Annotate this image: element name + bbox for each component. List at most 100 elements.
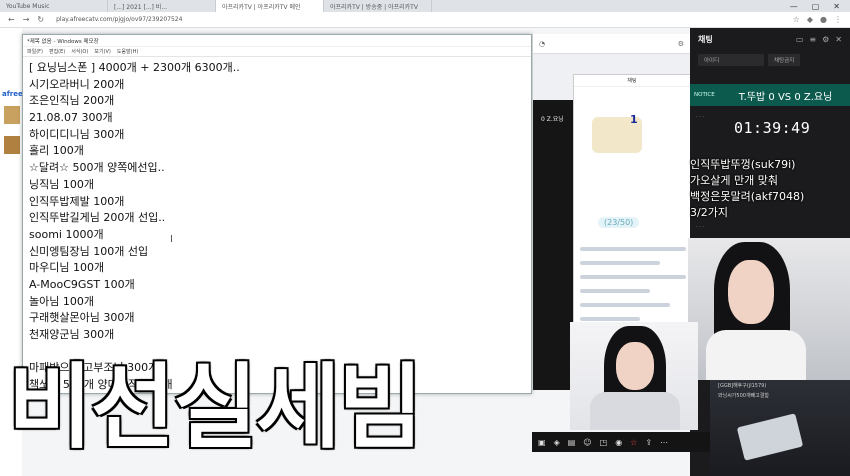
- chat-title: 채팅: [698, 34, 713, 44]
- text-line: 하이디디니님 300개: [29, 127, 125, 141]
- extension-icons: ☆ ◆ ● ⋮: [793, 15, 850, 24]
- text-line: 구래햇살몬아님 300개: [29, 311, 135, 325]
- chat-line-placeholder: [580, 303, 670, 307]
- back-icon[interactable]: ←: [8, 15, 15, 24]
- list-icon[interactable]: ≡: [809, 35, 816, 44]
- chat-line-placeholder: [580, 247, 686, 251]
- chat-header: 채팅 ▭ ≡ ⚙ ✕: [690, 28, 850, 50]
- text-cursor-icon: I: [170, 234, 173, 245]
- text-line: 놀아님 100개: [29, 294, 94, 308]
- extension-icon[interactable]: ◆: [807, 15, 813, 24]
- chat-bubble-icon[interactable]: ◔: [539, 40, 545, 48]
- maximize-button[interactable]: ▢: [812, 2, 820, 11]
- favorite-icon[interactable]: ☆: [630, 438, 637, 447]
- preview-toolbar: ◔ ⚙: [533, 34, 690, 54]
- thumbnail[interactable]: [4, 106, 20, 124]
- browser-tab[interactable]: 아프리카TV | 방송중 | 아프리카TV: [324, 0, 432, 12]
- profile-icon[interactable]: ●: [820, 15, 827, 24]
- close-button[interactable]: ✕: [833, 2, 840, 11]
- text-line: 인직뚜밥제발 100개: [29, 194, 125, 208]
- id-search-button[interactable]: 아이디: [698, 54, 764, 66]
- reload-icon[interactable]: ↻: [37, 15, 44, 24]
- chat-toolbar: 아이디 채팅금지: [690, 50, 850, 70]
- chat-header-icons: ▭ ≡ ⚙ ✕: [796, 35, 842, 44]
- notepad-menu: 파일(F) 편집(E) 서식(O) 보기(V) 도움말(H): [23, 47, 531, 57]
- tab-label: 아프리카TV | 아프리카TV 메인: [222, 3, 301, 11]
- star-icon[interactable]: ☆: [793, 15, 800, 24]
- webcam-middle: [570, 322, 698, 430]
- chat-message: [GGB]해후구(jl1579): [718, 383, 767, 389]
- browser-tab-bar: YouTube Music [...] 2021 [...] 비... 아프리카…: [0, 0, 850, 12]
- face-shape: [728, 260, 774, 324]
- chat-line-placeholder: [580, 289, 650, 293]
- text-line: 시기오라버니 200개: [29, 77, 125, 91]
- clip-icon[interactable]: ◳: [600, 438, 608, 447]
- text-line: 홀리 100개: [29, 144, 84, 158]
- video-caption: 비선실세빔: [8, 354, 423, 461]
- overlay-chat-line: 인직뚜밥뚜껑(suk79i): [690, 158, 796, 171]
- gift-icon[interactable]: ◈: [554, 438, 560, 447]
- browser-tab[interactable]: YouTube Music: [0, 0, 108, 12]
- menu-format[interactable]: 서식(O): [71, 48, 88, 55]
- text-line: 21.08.07 300개: [29, 111, 113, 125]
- tab-label: YouTube Music: [6, 2, 50, 10]
- monitor-icon[interactable]: ▭: [796, 35, 804, 44]
- broadcast-timer: 01:39:49: [734, 119, 811, 137]
- thumbnail[interactable]: [4, 136, 20, 154]
- webcam-right: [688, 238, 850, 380]
- close-icon[interactable]: ✕: [835, 35, 842, 44]
- chat-message: 와닝씨가500개빼고결함: [718, 393, 769, 399]
- record-icon[interactable]: ◉: [615, 438, 622, 447]
- menu-edit[interactable]: 편집(E): [49, 48, 65, 55]
- sticker-icon[interactable]: ▤: [568, 438, 576, 447]
- chat-ban-button[interactable]: 채팅금지: [768, 54, 801, 66]
- chat-line-placeholder: [580, 317, 640, 321]
- notepad-text-area[interactable]: [ 요닝님스폰 ] 4000개 + 2300개 6300개.. 시기오라버니 2…: [23, 57, 531, 397]
- score-overlay: T.뚜밥 0 VS 0 Z.요닝: [738, 91, 833, 103]
- text-line: 천재양군님 300개: [29, 328, 115, 341]
- url-field[interactable]: play.afreecatv.com/pjgjo/ov97/239207524: [56, 16, 182, 23]
- menu-icon[interactable]: ⋮: [834, 15, 842, 24]
- chat-message: · · ·: [696, 224, 704, 230]
- text-line: 신미엥팀장님 100개 선입: [29, 244, 149, 258]
- window-controls: — ▢ ✕: [790, 2, 850, 11]
- more-icon[interactable]: ⋯: [660, 438, 668, 447]
- settings-icon[interactable]: ⚙: [678, 40, 684, 48]
- vote-badge: (23/50): [598, 217, 640, 228]
- nav-buttons: ← → ↻: [0, 15, 52, 24]
- chat-line-placeholder: [580, 261, 660, 265]
- text-line: A-MooC9GST 100개: [29, 277, 135, 291]
- address-bar: ← → ↻ play.afreecatv.com/pjgjo/ov97/2392…: [0, 12, 850, 28]
- tab-label: 아프리카TV | 방송중 | 아프리카TV: [330, 3, 418, 11]
- shirt-shape: [706, 330, 806, 380]
- emote-icon[interactable]: ☺: [583, 438, 591, 447]
- notepad-window: *제목 없음 - Windows 메모장 파일(F) 편집(E) 서식(O) 보…: [22, 34, 532, 394]
- gear-icon[interactable]: ⚙: [822, 35, 829, 44]
- menu-help[interactable]: 도움말(H): [117, 48, 138, 55]
- chat-icon[interactable]: ▣: [538, 438, 546, 447]
- face-shape: [616, 342, 654, 390]
- menu-view[interactable]: 보기(V): [94, 48, 111, 55]
- browser-tab[interactable]: [...] 2021 [...] 비...: [108, 0, 216, 12]
- overlay-chat-line: 3/2가지: [690, 206, 728, 219]
- overlay-chat-line: 가오살게 만개 맞춰: [690, 174, 778, 187]
- text-line: 마우디님 100개: [29, 261, 105, 275]
- text-line: 닝직님 100개: [29, 177, 94, 191]
- browser-tab[interactable]: 아프리카TV | 아프리카TV 메인: [216, 0, 324, 12]
- notepad-title: *제목 없음 - Windows 메모장: [23, 35, 531, 47]
- minimize-button[interactable]: —: [790, 2, 798, 11]
- menu-file[interactable]: 파일(F): [27, 48, 43, 55]
- mini-chat-header: 채팅: [574, 75, 690, 87]
- preview-dark-area: 0 Z.요닝: [533, 100, 573, 390]
- stream-control-bar: ▣ ◈ ▤ ☺ ◳ ◉ ☆ ⇪ ⋯: [532, 432, 710, 452]
- score-label: 0 Z.요닝: [541, 116, 564, 123]
- forward-icon[interactable]: →: [23, 15, 30, 24]
- text-line: 조은인직님 200개: [29, 94, 115, 108]
- share-icon[interactable]: ⇪: [645, 438, 652, 447]
- text-line: ☆달려☆ 500개 양쪽에선입..: [29, 161, 165, 175]
- balloon-count: 1: [630, 113, 638, 126]
- afreeca-logo[interactable]: afree: [2, 90, 23, 98]
- overlay-chat-line: 백정은못말려(akf7048): [690, 190, 805, 203]
- notice-bar: NOTICE T.뚜밥 0 VS 0 Z.요닝: [690, 84, 850, 106]
- chat-message: · · ·: [696, 114, 704, 120]
